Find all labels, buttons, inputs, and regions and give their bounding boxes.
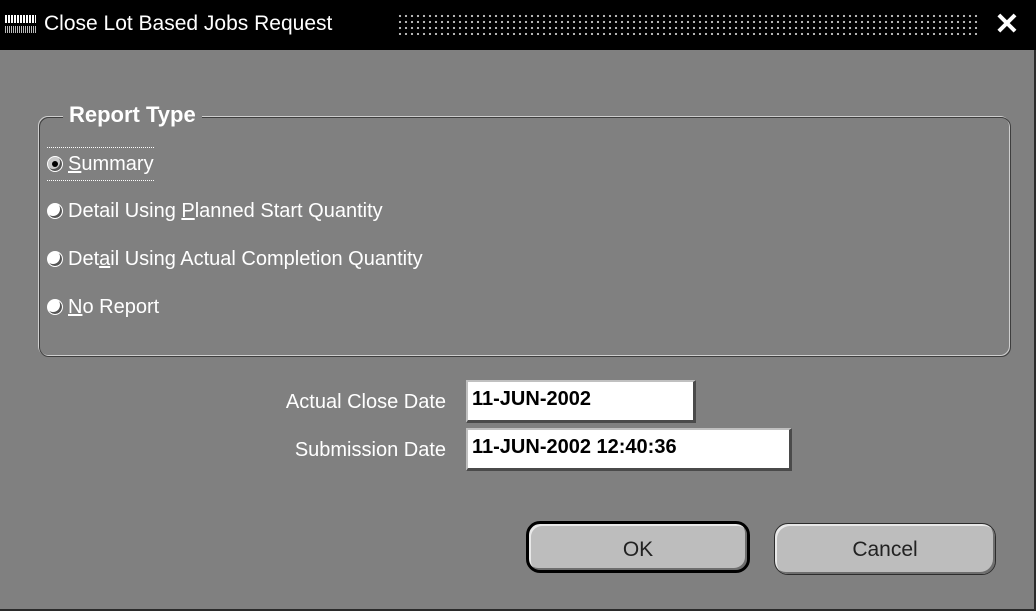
radio-selected-icon[interactable] [47,156,63,172]
cancel-button[interactable]: Cancel [774,523,996,575]
report-type-group: Report Type [38,101,1010,356]
submission-date-label: Submission Date [294,439,446,461]
radio-detail-actual-label: Detail Using Actual Completion Quantity [68,247,423,270]
window-title: Close Lot Based Jobs Request [44,12,333,35]
radio-detail-planned[interactable]: Detail Using Planned Start Quantity [47,196,383,226]
actual-close-date-field[interactable]: 11-JUN-2002 [466,380,696,423]
oracle-applications-logo-icon [2,12,40,38]
actual-close-date-label: Actual Close Date [285,391,446,413]
title-bar[interactable]: Close Lot Based Jobs Request ✕ [0,0,1036,50]
close-icon[interactable]: ✕ [990,9,1024,41]
radio-unselected-icon[interactable] [47,203,63,219]
radio-no-report[interactable]: No Report [47,292,159,322]
ok-button[interactable]: OK [526,521,750,573]
radio-detail-actual[interactable]: Detail Using Actual Completion Quantity [47,244,423,274]
radio-summary[interactable]: Summary [47,147,154,181]
radio-unselected-icon[interactable] [47,251,63,267]
request-dialog: Close Lot Based Jobs Request ✕ Report Ty… [0,0,1036,611]
report-type-legend: Report Type [63,101,202,129]
submission-date-field[interactable]: 11-JUN-2002 12:40:36 [466,428,792,471]
radio-no-report-label: No Report [68,295,160,318]
radio-detail-planned-label: Detail Using Planned Start Quantity [68,199,383,222]
radio-summary-label: Summary [68,152,154,175]
title-bar-pattern [397,13,980,35]
radio-unselected-icon[interactable] [47,299,63,315]
